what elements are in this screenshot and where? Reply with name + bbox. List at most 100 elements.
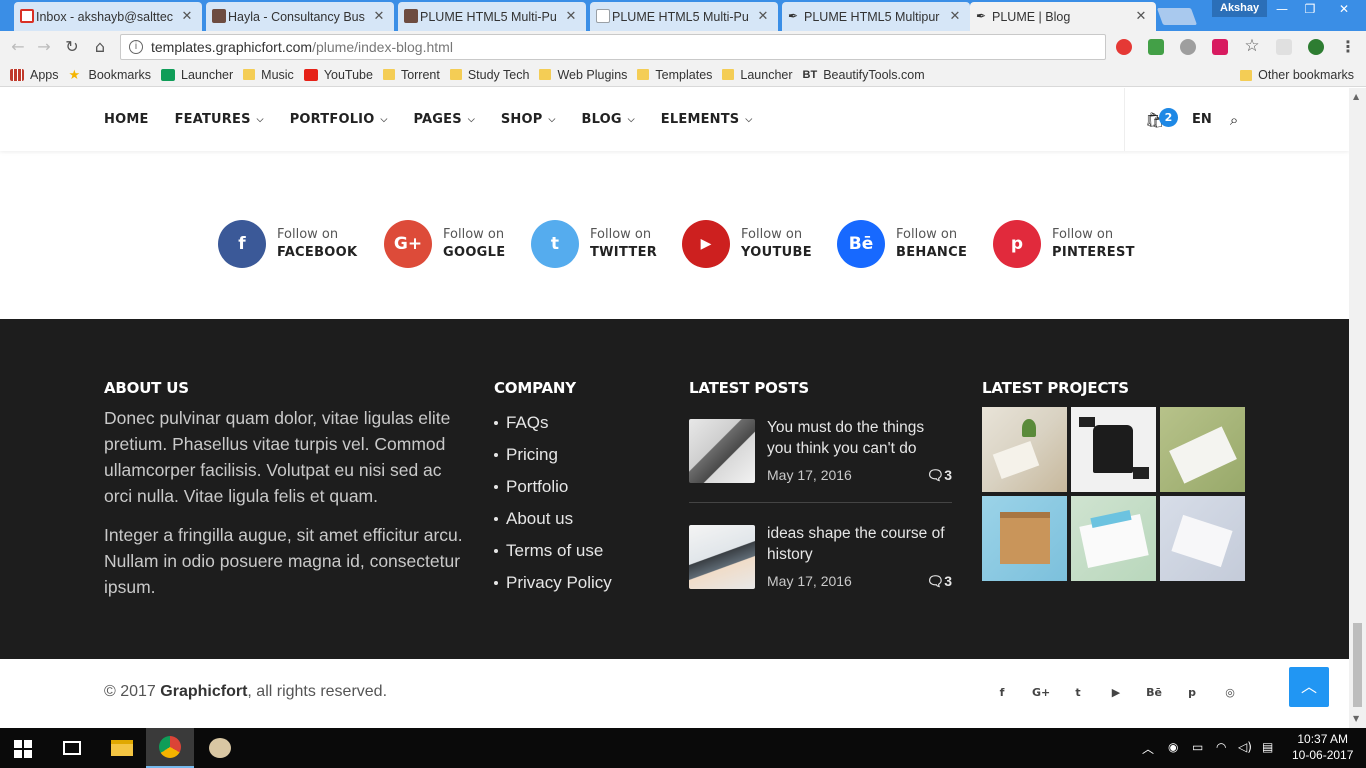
scroll-up-icon[interactable]: ▲ bbox=[1353, 92, 1359, 101]
close-icon[interactable]: ✕ bbox=[180, 9, 194, 24]
close-icon[interactable]: ✕ bbox=[948, 9, 962, 24]
chrome-icon[interactable] bbox=[146, 728, 194, 768]
footer-link[interactable]: About us bbox=[494, 503, 612, 535]
behance-icon[interactable]: Bē bbox=[1146, 686, 1162, 699]
chrome-tray-icon[interactable]: ◉ bbox=[1168, 740, 1178, 754]
project-thumbnail[interactable] bbox=[1071, 496, 1156, 581]
language-selector[interactable]: EN bbox=[1192, 112, 1212, 127]
address-bar[interactable]: i templates.graphicfort.com/plume/index-… bbox=[120, 34, 1106, 60]
post-thumbnail[interactable] bbox=[689, 525, 755, 589]
action-center-icon[interactable]: ▤ bbox=[1262, 740, 1273, 754]
extension-grey-icon[interactable] bbox=[1180, 39, 1196, 55]
follow-twitter[interactable]: t Follow on TWITTER bbox=[531, 220, 657, 268]
close-icon[interactable]: ✕ bbox=[372, 9, 386, 24]
extension-adblock-icon[interactable] bbox=[1148, 39, 1164, 55]
project-thumbnail[interactable] bbox=[1160, 407, 1245, 492]
bookmark-templates[interactable]: Templates bbox=[637, 68, 712, 82]
nav-portfolio[interactable]: PORTFOLIO ⌵ bbox=[290, 112, 388, 127]
extension-mail-icon[interactable] bbox=[1276, 39, 1292, 55]
browser-tab[interactable]: Inbox - akshayb@salttec ✕ bbox=[14, 2, 202, 31]
bookmark-apps[interactable]: Apps bbox=[10, 68, 59, 82]
star-icon[interactable]: ☆ bbox=[1242, 36, 1262, 56]
scrollbar-thumb[interactable] bbox=[1353, 623, 1362, 707]
window-close-icon[interactable]: ✕ bbox=[1330, 0, 1358, 18]
post-item[interactable]: You must do the things you think you can… bbox=[689, 397, 952, 503]
footer-link[interactable]: Privacy Policy bbox=[494, 567, 612, 599]
bookmark-web-plugins[interactable]: Web Plugins bbox=[539, 68, 627, 82]
project-thumbnail[interactable] bbox=[1071, 407, 1156, 492]
bookmark-music[interactable]: Music bbox=[243, 68, 294, 82]
bookmark-torrent[interactable]: Torrent bbox=[382, 68, 440, 82]
close-icon[interactable]: ✕ bbox=[756, 9, 770, 24]
forward-icon[interactable]: → bbox=[34, 37, 54, 57]
project-thumbnail[interactable] bbox=[1160, 496, 1245, 581]
search-icon[interactable]: ⌕ bbox=[1230, 111, 1238, 129]
nav-home[interactable]: HOME bbox=[104, 112, 149, 127]
page-scrollbar[interactable]: ▲ ▼ bbox=[1349, 88, 1366, 728]
scroll-down-icon[interactable]: ▼ bbox=[1353, 714, 1359, 723]
chevron-up-icon[interactable]: ︿ bbox=[1142, 740, 1154, 757]
volume-icon[interactable]: ◁) bbox=[1238, 740, 1252, 754]
back-to-top-button[interactable]: ︿ bbox=[1289, 667, 1329, 707]
post-thumbnail[interactable] bbox=[689, 419, 755, 483]
wifi-icon[interactable]: ◠ bbox=[1216, 740, 1226, 754]
bookmark-study-tech[interactable]: Study Tech bbox=[449, 68, 529, 82]
follow-pinterest[interactable]: p Follow on PINTEREST bbox=[993, 220, 1135, 268]
home-icon[interactable]: ⌂ bbox=[90, 37, 110, 57]
follow-google[interactable]: G+ Follow on GOOGLE bbox=[384, 220, 505, 268]
reload-icon[interactable]: ↻ bbox=[62, 37, 82, 57]
menu-icon[interactable]: ⋮ bbox=[1338, 37, 1358, 57]
post-title[interactable]: You must do the things you think you can… bbox=[767, 417, 952, 459]
browser-tab[interactable]: PLUME HTML5 Multi-Pu ✕ bbox=[590, 2, 778, 31]
footer-link[interactable]: Portfolio bbox=[494, 471, 612, 503]
back-icon[interactable]: ← bbox=[8, 37, 28, 57]
task-view-icon[interactable] bbox=[48, 728, 96, 768]
windows-start-icon[interactable] bbox=[14, 740, 32, 758]
close-icon[interactable]: ✕ bbox=[564, 9, 578, 24]
bookmark-launcher[interactable]: Launcher bbox=[161, 68, 233, 82]
youtube-icon[interactable]: ▶ bbox=[1108, 686, 1124, 699]
twitter-icon[interactable]: t bbox=[1070, 686, 1086, 699]
pinterest-icon[interactable]: p bbox=[1184, 686, 1200, 699]
footer-link[interactable]: Pricing bbox=[494, 439, 612, 471]
paint-icon[interactable] bbox=[196, 728, 244, 768]
follow-youtube[interactable]: ▶ Follow on YOUTUBE bbox=[682, 220, 812, 268]
extension-video-icon[interactable] bbox=[1212, 39, 1228, 55]
dribbble-icon[interactable]: ◎ bbox=[1222, 686, 1238, 699]
nav-blog[interactable]: BLOG ⌵ bbox=[582, 112, 635, 127]
info-icon[interactable]: i bbox=[129, 40, 143, 54]
nav-features[interactable]: FEATURES ⌵ bbox=[175, 112, 264, 127]
bookmark-bookmarks[interactable]: ★ Bookmarks bbox=[69, 68, 152, 82]
brand-link[interactable]: Graphicfort bbox=[160, 683, 247, 700]
profile-button[interactable]: Akshay bbox=[1212, 0, 1268, 17]
nav-shop[interactable]: SHOP ⌵ bbox=[501, 112, 556, 127]
google-plus-icon[interactable]: G+ bbox=[1032, 686, 1050, 699]
footer-link[interactable]: Terms of use bbox=[494, 535, 612, 567]
project-thumbnail[interactable] bbox=[982, 496, 1067, 581]
restore-icon[interactable]: ❐ bbox=[1296, 0, 1324, 18]
cart-button[interactable]: 🛍 2 bbox=[1145, 107, 1178, 129]
minimize-icon[interactable]: — bbox=[1268, 0, 1296, 18]
facebook-icon[interactable]: f bbox=[994, 686, 1010, 699]
project-thumbnail[interactable] bbox=[982, 407, 1067, 492]
nav-elements[interactable]: ELEMENTS ⌵ bbox=[661, 112, 753, 127]
browser-tab[interactable]: ✒ PLUME HTML5 Multipur ✕ bbox=[782, 2, 970, 31]
extension-shield-icon[interactable] bbox=[1116, 39, 1132, 55]
bookmark-launcher-folder[interactable]: Launcher bbox=[722, 68, 793, 82]
follow-facebook[interactable]: f Follow on FACEBOOK bbox=[218, 220, 357, 268]
system-clock[interactable]: 10:37 AM 10-06-2017 bbox=[1292, 731, 1353, 763]
browser-tab[interactable]: Hayla - Consultancy Bus ✕ bbox=[206, 2, 394, 31]
bookmark-beautifytools[interactable]: BT BeautifyTools.com bbox=[803, 68, 925, 82]
bookmark-youtube[interactable]: YouTube bbox=[303, 68, 373, 82]
nav-pages[interactable]: PAGES ⌵ bbox=[414, 112, 475, 127]
footer-link[interactable]: FAQs bbox=[494, 407, 612, 439]
post-item[interactable]: ideas shape the course of history May 17… bbox=[689, 503, 952, 609]
browser-tab-active[interactable]: ✒ PLUME | Blog ✕ bbox=[970, 2, 1156, 31]
post-title[interactable]: ideas shape the course of history bbox=[767, 523, 952, 565]
file-explorer-icon[interactable] bbox=[98, 728, 146, 768]
close-icon[interactable]: ✕ bbox=[1134, 9, 1148, 24]
extension-green-icon[interactable] bbox=[1308, 39, 1324, 55]
browser-tab[interactable]: PLUME HTML5 Multi-Pu ✕ bbox=[398, 2, 586, 31]
bookmark-other[interactable]: Other bookmarks bbox=[1240, 68, 1354, 82]
new-tab-button[interactable] bbox=[1156, 8, 1198, 25]
